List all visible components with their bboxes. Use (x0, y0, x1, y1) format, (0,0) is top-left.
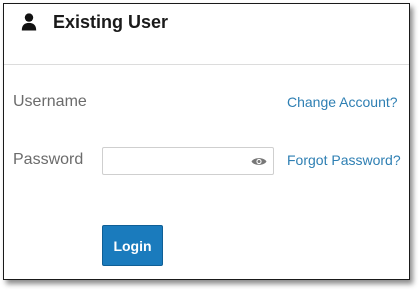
login-button[interactable]: Login (102, 225, 163, 266)
user-icon (21, 13, 37, 31)
password-field (102, 147, 274, 175)
forgot-password-link[interactable]: Forgot Password? (287, 152, 401, 168)
password-input[interactable] (103, 148, 255, 174)
panel-title: Existing User (53, 12, 169, 32)
eye-icon[interactable] (251, 156, 267, 167)
password-label: Password (13, 151, 84, 168)
username-label: Username (13, 93, 87, 110)
change-account-link[interactable]: Change Account? (287, 94, 398, 110)
login-panel: Existing User Username Change Account? P… (3, 3, 410, 280)
panel-header: Existing User (4, 4, 409, 65)
